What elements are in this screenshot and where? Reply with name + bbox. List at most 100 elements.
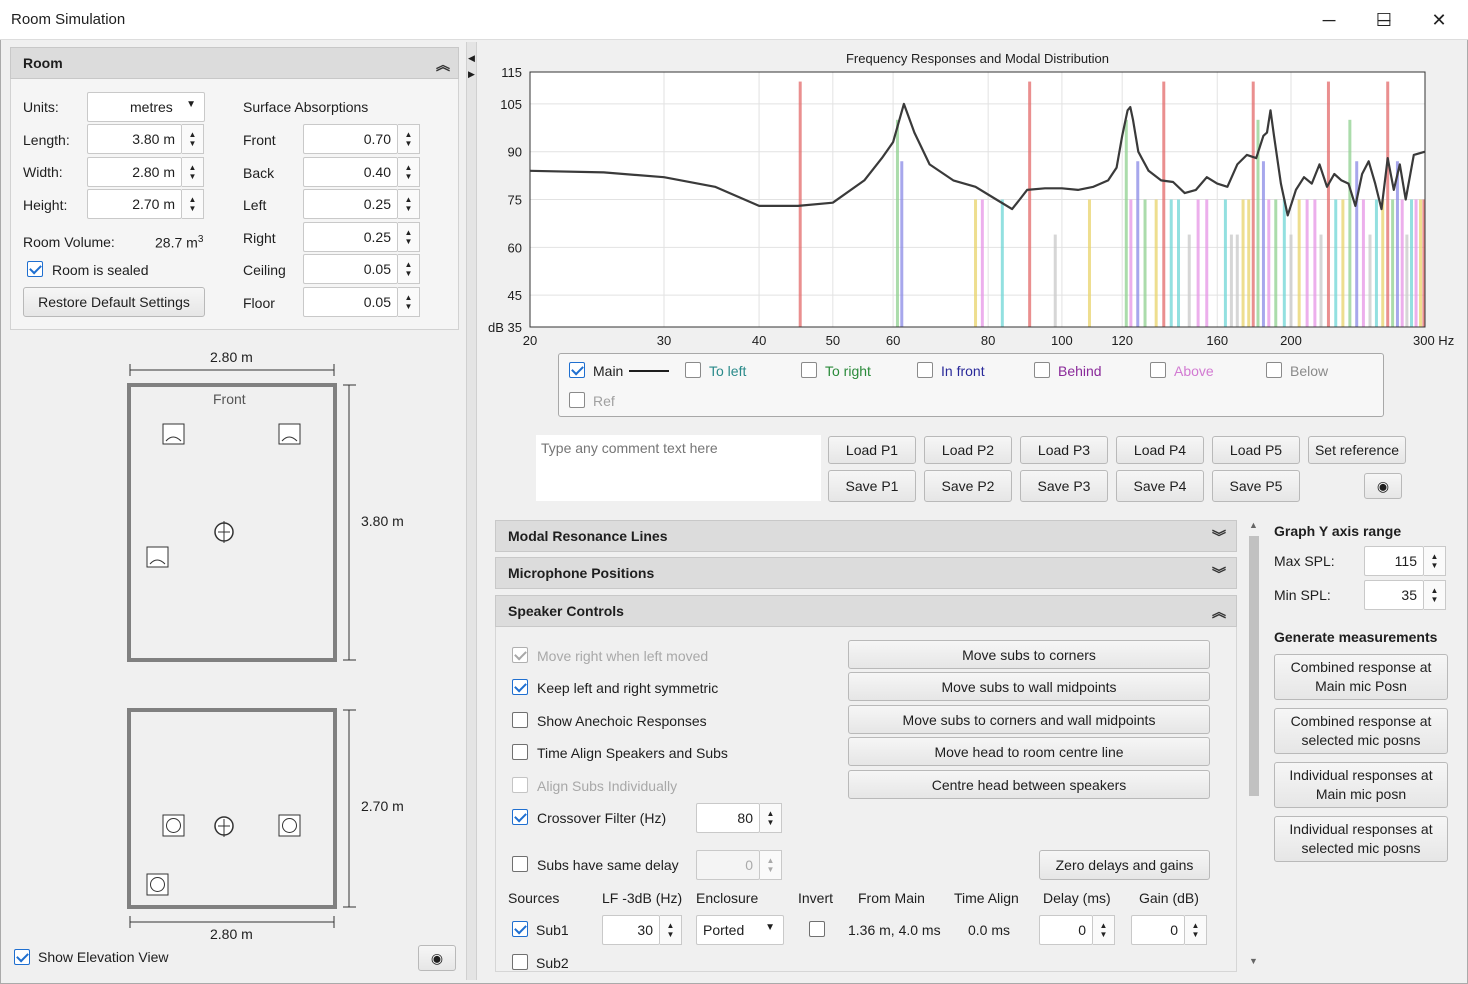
speaker-action-button[interactable]: Move subs to corners [848,640,1210,669]
height-input[interactable]: 2.70 m [87,189,182,219]
surface-absorption-input[interactable]: 0.05 [303,287,398,317]
surface-absorption-spinner[interactable]: ▲ ▼ [398,222,420,252]
panel-splitter[interactable] [466,42,477,980]
length-input[interactable]: 3.80 m [87,124,182,154]
crossover-spinner[interactable]: ▲ ▼ [760,803,782,833]
speaker-option-checkbox[interactable] [512,679,528,695]
show-elevation-checkbox[interactable] [14,949,30,965]
surface-absorption-input[interactable]: 0.25 [303,189,398,219]
maximize-window-button[interactable]: ☐ [1361,0,1407,40]
speaker-action-button[interactable]: Move head to room centre line [848,737,1210,766]
speaker-option-checkbox[interactable] [512,647,528,663]
surface-absorption-spinner[interactable]: ▲ ▼ [398,124,420,154]
room-panel-header[interactable]: Room ︽ [10,47,459,79]
zero-delays-button[interactable]: Zero delays and gains [1039,850,1210,880]
save-preset-button[interactable]: Save P4 [1116,470,1204,502]
surface-absorption-input[interactable]: 0.25 [303,222,398,252]
legend-checkbox-behind[interactable] [1034,362,1050,378]
speaker-action-button[interactable]: Move subs to corners and wall midpoints [848,705,1210,734]
load-preset-button[interactable]: Load P5 [1212,436,1300,464]
y-tick-label: 75 [508,193,522,208]
comment-textarea[interactable] [536,435,821,501]
width-input[interactable]: 2.80 m [87,157,182,187]
restore-defaults-button[interactable]: Restore Default Settings [23,287,205,317]
save-preset-button[interactable]: Save P5 [1212,470,1300,502]
generate-measurement-button[interactable]: Individual responses at Main mic posn [1274,762,1448,808]
min-spl-input[interactable]: 35 [1364,580,1424,610]
save-preset-button[interactable]: Save P3 [1020,470,1108,502]
generate-measurement-button[interactable]: Combined response at selected mic posns [1274,708,1448,754]
generate-measurement-button[interactable]: Combined response at Main mic Posn [1274,654,1448,700]
sub1-delay-input[interactable]: 0 [1039,915,1093,945]
speaker-option-checkbox[interactable] [512,744,528,760]
load-preset-button[interactable]: Load P3 [1020,436,1108,464]
scrollbar-thumb[interactable] [1249,536,1259,796]
legend-checkbox-to-right[interactable] [801,362,817,378]
max-spl-spinner[interactable]: ▲ ▼ [1424,546,1446,576]
sub1-lf-input[interactable]: 30 [602,915,660,945]
sub1-gain-spinner[interactable]: ▲ ▼ [1185,915,1207,945]
camera-snapshot-button[interactable]: ◉ [418,945,456,971]
min-spl-spinner[interactable]: ▲ ▼ [1424,580,1446,610]
legend-checkbox-in-front[interactable] [917,362,933,378]
microphone-section-header[interactable]: Microphone Positions ︾ [495,557,1237,589]
load-preset-button[interactable]: Load P1 [828,436,916,464]
surface-absorption-spinner[interactable]: ▲ ▼ [398,189,420,219]
expand-down-icon[interactable]: ︾ [1212,527,1226,547]
collapse-up-icon[interactable]: ︽ [436,55,450,75]
surface-absorption-spinner[interactable]: ▲ ▼ [398,157,420,187]
units-select[interactable]: metres ▼ [87,92,205,122]
length-spinner[interactable]: ▲ ▼ [182,124,204,154]
max-spl-input[interactable]: 115 [1364,546,1424,576]
set-reference-button[interactable]: Set reference [1308,436,1406,464]
minimize-window-button[interactable]: ─ [1306,0,1352,40]
legend-checkbox-ref[interactable] [569,392,585,408]
sub1-gain-input[interactable]: 0 [1131,915,1185,945]
room-sealed-checkbox[interactable] [27,261,43,277]
load-preset-button[interactable]: Load P2 [924,436,1012,464]
sub1-invert-checkbox[interactable] [809,921,825,937]
surface-absorptions-title: Surface Absorptions [243,99,369,115]
save-preset-button[interactable]: Save P2 [924,470,1012,502]
expand-down-icon[interactable]: ︾ [1212,564,1226,584]
scroll-down-icon[interactable]: ▼ [1249,956,1258,966]
speaker-option-checkbox[interactable] [512,809,528,825]
legend-checkbox-above[interactable] [1150,362,1166,378]
crossover-input[interactable]: 80 [696,803,760,833]
surface-absorption-input[interactable]: 0.40 [303,157,398,187]
modal-lines-section-header[interactable]: Modal Resonance Lines ︾ [495,520,1237,552]
plan-room-outline[interactable] [127,383,337,662]
sub1-lf-spinner[interactable]: ▲ ▼ [660,915,682,945]
collapse-up-icon[interactable]: ︽ [1212,602,1226,622]
sub1-delay-spinner[interactable]: ▲ ▼ [1093,915,1115,945]
chart-camera-button[interactable]: ◉ [1364,473,1402,499]
same-delay-input[interactable]: 0 [696,850,760,880]
speaker-option-checkbox[interactable] [512,712,528,728]
legend-checkbox-to-left[interactable] [685,362,701,378]
controls-scrollbar[interactable]: ▲ ▼ [1246,520,1262,970]
height-spinner[interactable]: ▲ ▼ [182,189,204,219]
surface-absorption-spinner[interactable]: ▲ ▼ [398,287,420,317]
surface-absorption-spinner[interactable]: ▲ ▼ [398,254,420,284]
same-delay-checkbox[interactable] [512,856,528,872]
close-window-button[interactable]: ✕ [1416,0,1462,40]
save-preset-button[interactable]: Save P1 [828,470,916,502]
plan-length-dimension: 3.80 m [361,513,404,529]
speaker-section-header[interactable]: Speaker Controls ︽ [495,595,1237,627]
scroll-up-icon[interactable]: ▲ [1249,520,1258,530]
legend-checkbox-main[interactable] [569,362,585,378]
width-spinner[interactable]: ▲ ▼ [182,157,204,187]
same-delay-spinner[interactable]: ▲ ▼ [760,850,782,880]
legend-checkbox-below[interactable] [1266,362,1282,378]
sub1-enclosure-select[interactable]: Ported ▼ [696,915,784,945]
surface-absorption-input[interactable]: 0.70 [303,124,398,154]
sub2-checkbox[interactable] [512,954,528,970]
speaker-action-button[interactable]: Move subs to wall midpoints [848,672,1210,701]
splitter-arrows-icon[interactable]: ◀ ▶ [468,50,475,82]
surface-absorption-input[interactable]: 0.05 [303,254,398,284]
generate-measurement-button[interactable]: Individual responses at selected mic pos… [1274,816,1448,862]
speaker-action-button[interactable]: Centre head between speakers [848,770,1210,799]
load-preset-button[interactable]: Load P4 [1116,436,1204,464]
speaker-option-checkbox[interactable] [512,777,528,793]
sub1-checkbox[interactable] [512,921,528,937]
